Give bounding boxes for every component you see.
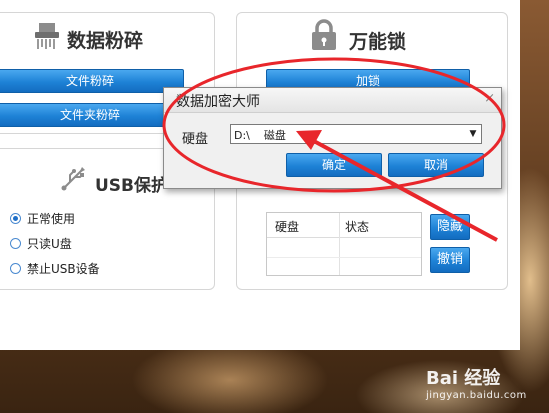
- chevron-down-icon[interactable]: ▼: [465, 125, 481, 143]
- shred-folder-button[interactable]: 文件夹粉碎: [0, 103, 184, 127]
- radio-icon: [10, 238, 21, 249]
- usb-option-label: 禁止USB设备: [27, 262, 100, 276]
- confirm-button[interactable]: 确定: [286, 153, 382, 177]
- usb-option-label: 正常使用: [27, 212, 76, 226]
- radio-checked-icon: [10, 213, 21, 224]
- shred-panel-title: 数据粉碎: [67, 30, 144, 52]
- close-icon[interactable]: ×: [484, 91, 495, 106]
- dialog-titlebar[interactable]: 数据加密大师 ×: [164, 88, 501, 113]
- watermark: Bai 经验 jingyan.baidu.com: [426, 364, 527, 401]
- usb-option-disable[interactable]: 禁止USB设备: [10, 261, 100, 277]
- dialog-title: 数据加密大师: [176, 94, 260, 110]
- usb-icon: [61, 167, 85, 191]
- usb-panel-title: USB保护: [95, 176, 169, 196]
- disk-select[interactable]: D:\ 磁盘 ▼: [230, 124, 482, 144]
- undo-button[interactable]: 撤销: [430, 247, 470, 273]
- shredder-icon: [35, 23, 59, 49]
- radio-icon: [10, 263, 21, 274]
- disk-table-header: 硬盘 状态: [267, 213, 421, 238]
- padlock-icon: [312, 19, 336, 50]
- table-row: [267, 257, 421, 258]
- usb-option-label: 只读U盘: [27, 237, 72, 251]
- hide-button[interactable]: 隐藏: [430, 214, 470, 240]
- watermark-logo: Bai 经验: [426, 368, 501, 389]
- disk-table: 硬盘 状态: [266, 212, 422, 276]
- watermark-url: jingyan.baidu.com: [426, 390, 527, 401]
- usb-option-normal[interactable]: 正常使用: [10, 211, 75, 227]
- table-divider: [339, 213, 340, 275]
- usb-option-readonly[interactable]: 只读U盘: [10, 236, 72, 252]
- column-header-disk: 硬盘: [275, 220, 300, 234]
- disk-label: 硬盘: [182, 132, 209, 147]
- lock-panel-title: 万能锁: [349, 31, 407, 53]
- cancel-button[interactable]: 取消: [388, 153, 484, 177]
- encrypt-dialog: 数据加密大师 × 硬盘 D:\ 磁盘 ▼ 确定 取消: [163, 87, 502, 189]
- shred-file-button[interactable]: 文件粉碎: [0, 69, 184, 93]
- column-header-status: 状态: [345, 220, 370, 234]
- disk-select-value: D:\ 磁盘: [234, 129, 286, 142]
